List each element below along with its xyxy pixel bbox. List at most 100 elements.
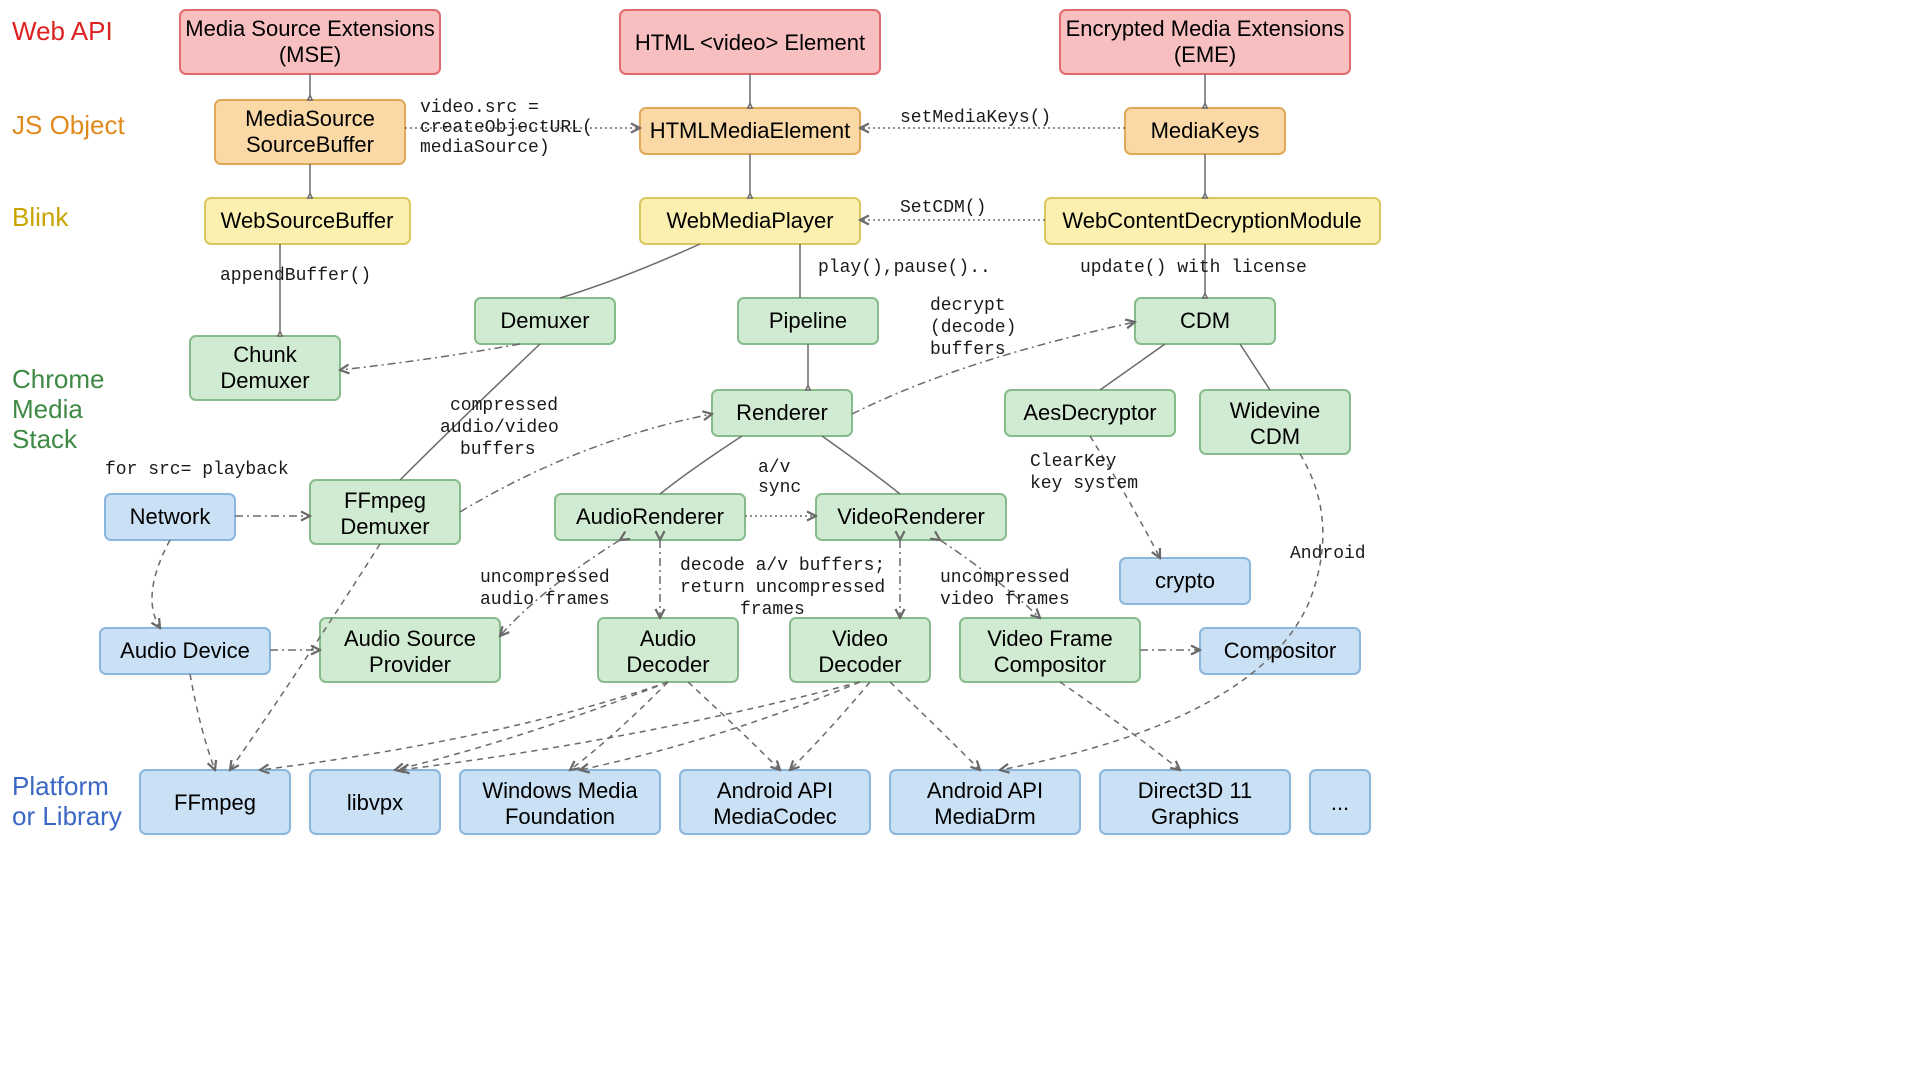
svg-text:Android API: Android API	[927, 778, 1043, 803]
svg-text:Decoder: Decoder	[626, 652, 709, 677]
svg-text:WebSourceBuffer: WebSourceBuffer	[221, 208, 394, 233]
svg-text:compressed: compressed	[450, 396, 558, 416]
node-renderer: Renderer	[712, 390, 852, 436]
svg-text:decrypt: decrypt	[930, 296, 1006, 316]
svg-text:(MSE): (MSE)	[279, 42, 341, 67]
svg-text:SourceBuffer: SourceBuffer	[246, 132, 374, 157]
node-platform-more: ...	[1310, 770, 1370, 834]
node-platform-android-mediacodec: Android API MediaCodec	[680, 770, 870, 834]
svg-text:libvpx: libvpx	[347, 790, 403, 815]
svg-text:SetCDM(): SetCDM()	[900, 198, 986, 218]
row-chrome1: Chrome	[12, 364, 104, 394]
node-video-decoder: Video Decoder	[790, 618, 930, 682]
node-audiorenderer: AudioRenderer	[555, 494, 745, 540]
svg-text:CDM: CDM	[1250, 424, 1300, 449]
svg-text:FFmpeg: FFmpeg	[174, 790, 256, 815]
svg-text:MediaKeys: MediaKeys	[1151, 118, 1260, 143]
svg-text:a/v: a/v	[758, 458, 791, 478]
node-websourcebuffer: WebSourceBuffer	[205, 198, 410, 244]
node-platform-ffmpeg: FFmpeg	[140, 770, 290, 834]
svg-text:HTMLMediaElement: HTMLMediaElement	[650, 118, 851, 143]
svg-text:Media Source Extensions: Media Source Extensions	[185, 16, 434, 41]
node-webcontentdecryptionmodule: WebContentDecryptionModule	[1045, 198, 1380, 244]
row-blink: Blink	[12, 202, 69, 232]
svg-text:MediaCodec: MediaCodec	[713, 804, 837, 829]
svg-text:Android API: Android API	[717, 778, 833, 803]
svg-text:createObjectURL(: createObjectURL(	[420, 118, 593, 138]
svg-text:mediaSource): mediaSource)	[420, 138, 550, 158]
node-audio-source-provider: Audio Source Provider	[320, 618, 500, 682]
svg-text:Video: Video	[832, 626, 888, 651]
node-cdm: CDM	[1135, 298, 1275, 344]
svg-text:WebContentDecryptionModule: WebContentDecryptionModule	[1062, 208, 1361, 233]
svg-text:appendBuffer(): appendBuffer()	[220, 266, 371, 286]
svg-text:Audio: Audio	[640, 626, 696, 651]
row-chrome2: Media	[12, 394, 83, 424]
node-audio-device: Audio Device	[100, 628, 270, 674]
svg-text:VideoRenderer: VideoRenderer	[837, 504, 985, 529]
node-pipeline: Pipeline	[738, 298, 878, 344]
node-mediakeys: MediaKeys	[1125, 108, 1285, 154]
svg-text:uncompressed: uncompressed	[480, 568, 610, 588]
node-widevine-cdm: Widevine CDM	[1200, 390, 1350, 454]
svg-text:frames: frames	[740, 600, 805, 620]
svg-text:Provider: Provider	[369, 652, 451, 677]
svg-text:Decoder: Decoder	[818, 652, 901, 677]
svg-text:Network: Network	[130, 504, 212, 529]
row-platform2: or Library	[12, 801, 122, 831]
svg-text:Demuxer: Demuxer	[340, 514, 429, 539]
node-platform-libvpx: libvpx	[310, 770, 440, 834]
svg-text:(decode): (decode)	[930, 318, 1016, 338]
node-html-video: HTML <video> Element	[620, 10, 880, 74]
svg-text:setMediaKeys(): setMediaKeys()	[900, 108, 1051, 128]
node-demuxer: Demuxer	[475, 298, 615, 344]
svg-text:Demuxer: Demuxer	[220, 368, 309, 393]
svg-text:Compositor: Compositor	[994, 652, 1106, 677]
svg-text:HTML <video> Element: HTML <video> Element	[635, 30, 865, 55]
svg-text:Renderer: Renderer	[736, 400, 828, 425]
svg-text:Direct3D 11: Direct3D 11	[1138, 778, 1253, 803]
svg-text:buffers: buffers	[460, 440, 536, 460]
svg-text:Windows Media: Windows Media	[482, 778, 638, 803]
svg-text:audio frames: audio frames	[480, 590, 610, 610]
svg-text:Audio Source: Audio Source	[344, 626, 476, 651]
node-network: Network	[105, 494, 235, 540]
svg-text:sync: sync	[758, 478, 801, 498]
svg-text:key system: key system	[1030, 474, 1138, 494]
svg-text:Android: Android	[1290, 544, 1366, 564]
svg-text:Audio Device: Audio Device	[120, 638, 250, 663]
svg-text:Encrypted Media Extensions: Encrypted Media Extensions	[1066, 16, 1345, 41]
svg-text:Demuxer: Demuxer	[500, 308, 589, 333]
svg-text:crypto: crypto	[1155, 568, 1215, 593]
svg-text:AesDecryptor: AesDecryptor	[1023, 400, 1156, 425]
svg-text:return uncompressed: return uncompressed	[680, 578, 885, 598]
node-audio-decoder: Audio Decoder	[598, 618, 738, 682]
node-crypto: crypto	[1120, 558, 1250, 604]
svg-text:Graphics: Graphics	[1151, 804, 1239, 829]
svg-text:Chunk: Chunk	[233, 342, 298, 367]
svg-text:for src= playback: for src= playback	[105, 460, 289, 480]
svg-text:Foundation: Foundation	[505, 804, 615, 829]
node-platform-d3d: Direct3D 11 Graphics	[1100, 770, 1290, 834]
node-webmediaplayer: WebMediaPlayer	[640, 198, 860, 244]
node-mse: Media Source Extensions (MSE)	[180, 10, 440, 74]
row-chrome3: Stack	[12, 424, 78, 454]
node-platform-android-mediadrm: Android API MediaDrm	[890, 770, 1080, 834]
svg-text:update() with license: update() with license	[1080, 258, 1307, 278]
svg-text:video.src =: video.src =	[420, 98, 539, 118]
svg-text:play(),pause()..: play(),pause()..	[818, 258, 991, 278]
svg-text:MediaSource: MediaSource	[245, 106, 375, 131]
node-ffmpeg-demuxer: FFmpeg Demuxer	[310, 480, 460, 544]
row-webapi: Web API	[12, 16, 113, 46]
svg-text:FFmpeg: FFmpeg	[344, 488, 426, 513]
node-aesdecryptor: AesDecryptor	[1005, 390, 1175, 436]
svg-text:Video Frame: Video Frame	[987, 626, 1113, 651]
svg-text:audio/video: audio/video	[440, 418, 559, 438]
svg-text:AudioRenderer: AudioRenderer	[576, 504, 724, 529]
svg-text:WebMediaPlayer: WebMediaPlayer	[666, 208, 833, 233]
node-mediasource-sourcebuffer: MediaSource SourceBuffer	[215, 100, 405, 164]
svg-text:decode a/v buffers;: decode a/v buffers;	[680, 556, 885, 576]
svg-text:buffers: buffers	[930, 340, 1006, 360]
node-htmlmediaelement: HTMLMediaElement	[640, 108, 860, 154]
row-platform1: Platform	[12, 771, 109, 801]
